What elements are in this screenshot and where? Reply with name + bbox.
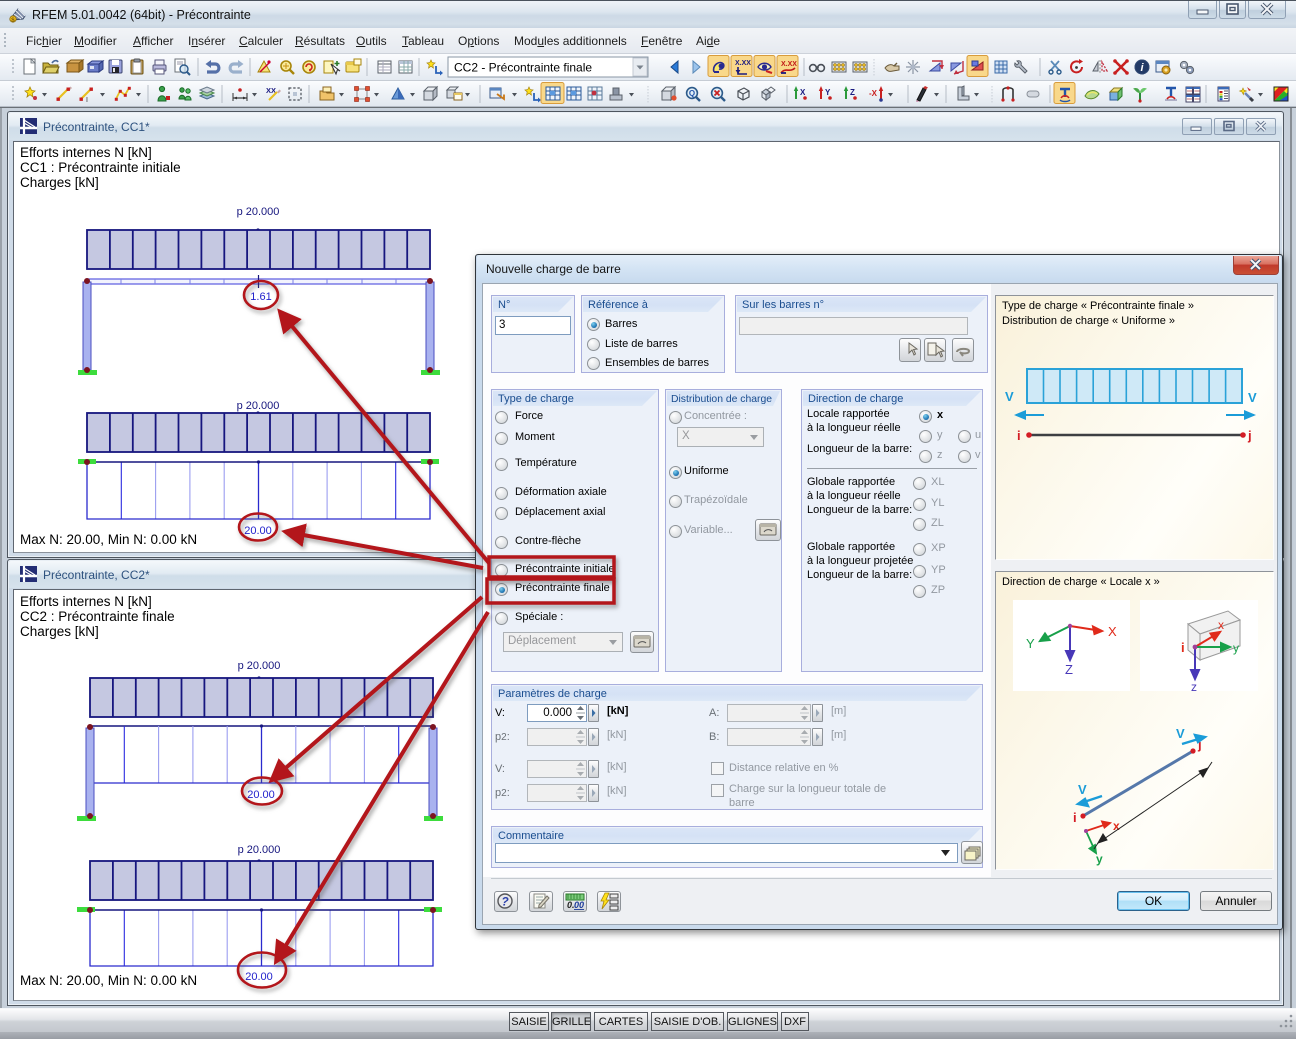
svg-text:X.XX: X.XX [735, 60, 751, 67]
svg-text:Charges [kN]: Charges [kN] [20, 175, 99, 190]
svg-text:Charges [kN]: Charges [kN] [20, 624, 99, 639]
svg-text:Efforts internes N [kN]: Efforts internes N [kN] [20, 594, 152, 609]
svg-text:X.XX: X.XX [781, 61, 797, 68]
svg-text:V: V [1176, 726, 1185, 741]
svg-text:p 20.000: p 20.000 [237, 400, 280, 412]
svg-text:Distribution de charge « Unifo: Distribution de charge « Uniforme » [1002, 315, 1175, 327]
svg-text:Z: Z [850, 88, 855, 97]
svg-text:y: y [1096, 852, 1103, 866]
svg-text:X: X [800, 88, 806, 97]
svg-text:Type de charge « Précontrainte: Type de charge « Précontrainte finale » [1002, 300, 1194, 312]
svg-text:x: x [1218, 618, 1224, 632]
svg-text:Direction de charge « Locale x: Direction de charge « Locale x » [1002, 576, 1160, 588]
svg-text:CC1 : Précontrainte initiale: CC1 : Précontrainte initiale [20, 160, 181, 175]
svg-text:p 20.000: p 20.000 [238, 660, 281, 672]
svg-text:V: V [1078, 782, 1087, 797]
svg-text:i: i [1073, 810, 1077, 825]
svg-text:CC2 - Précontrainte finale: CC2 - Précontrainte finale [454, 61, 592, 75]
svg-text:S: S [11, 18, 15, 24]
svg-text:i: i [1181, 640, 1185, 655]
svg-text:20.00: 20.00 [247, 789, 275, 801]
svg-text:20.00: 20.00 [244, 525, 272, 537]
svg-text:Efforts internes N [kN]: Efforts internes N [kN] [20, 145, 152, 160]
svg-text:1.61: 1.61 [250, 291, 271, 303]
svg-text:Y: Y [1026, 636, 1035, 651]
svg-text:I: I [86, 97, 88, 104]
svg-text:z: z [1191, 680, 1197, 694]
svg-text:20.00: 20.00 [245, 971, 273, 983]
svg-text:X: X [1108, 624, 1117, 639]
svg-text:j: j [1247, 428, 1252, 443]
svg-text:Max N: 20.00, Min N: 0.00 kN: Max N: 20.00, Min N: 0.00 kN [20, 973, 197, 988]
svg-text:y: y [1233, 641, 1239, 655]
svg-text:V: V [1248, 390, 1257, 405]
svg-text:Y: Y [825, 88, 831, 97]
svg-text:?: ? [501, 895, 509, 909]
svg-text:i: i [1017, 428, 1021, 443]
svg-text:Q: Q [689, 89, 695, 98]
svg-text:Z: Z [1065, 662, 1073, 677]
svg-text:Max N: 20.00, Min N: 0.00 kN: Max N: 20.00, Min N: 0.00 kN [20, 532, 197, 547]
svg-text:p 20.000: p 20.000 [237, 206, 280, 218]
svg-text:p 20.000: p 20.000 [238, 844, 281, 856]
svg-text:CC2 : Précontrainte finale: CC2 : Précontrainte finale [20, 609, 175, 624]
svg-text:00: 00 [574, 900, 584, 910]
svg-text:V: V [1005, 389, 1014, 404]
svg-text:-X: -X [869, 89, 878, 98]
